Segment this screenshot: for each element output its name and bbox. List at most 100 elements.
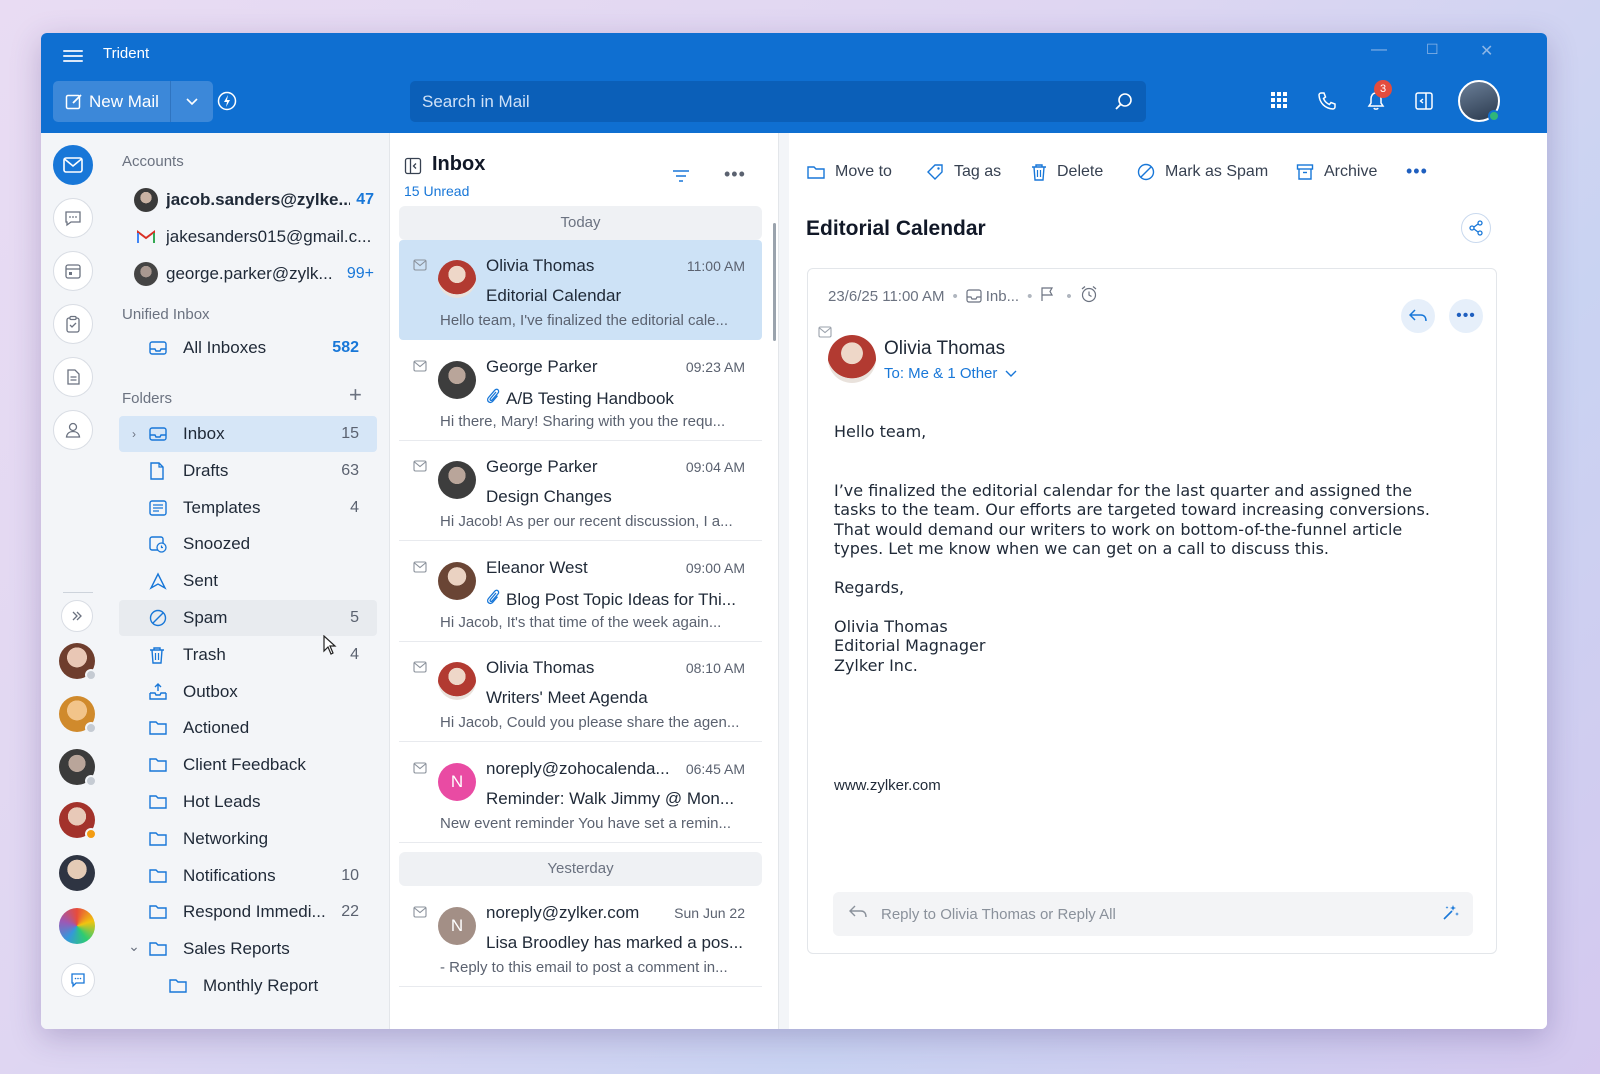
quick-actions-icon[interactable] xyxy=(217,91,237,116)
apps-grid-icon[interactable] xyxy=(1270,91,1288,114)
contact-avatar[interactable] xyxy=(59,855,95,891)
contact-avatar[interactable] xyxy=(59,696,97,734)
folder-item-respond-immedi[interactable]: Respond Immedi... 22 xyxy=(119,894,377,930)
list-scrollbar[interactable] xyxy=(773,223,776,341)
folder-item-trash[interactable]: Trash 4 xyxy=(119,637,377,673)
mark-as-spam-label: Mark as Spam xyxy=(1165,163,1269,180)
add-folder-icon[interactable]: + xyxy=(349,384,362,406)
folder-item-monthly-report[interactable]: Monthly Report xyxy=(119,968,377,1004)
tag-as-button[interactable]: Tag as xyxy=(926,163,1001,181)
side-panel-icon[interactable] xyxy=(1414,91,1434,116)
message-item[interactable]: Olivia Thomas 08:10 AM Writers' Meet Agend… xyxy=(399,642,762,742)
envelope-icon[interactable] xyxy=(413,258,427,276)
filter-icon[interactable] xyxy=(672,169,690,188)
sender-avatar[interactable] xyxy=(828,335,876,383)
ai-sparkle-icon[interactable] xyxy=(1441,904,1459,926)
snooze-alarm-icon[interactable] xyxy=(1080,285,1102,307)
folder-item-notifications[interactable]: Notifications 10 xyxy=(119,858,377,894)
folder-item-spam[interactable]: Spam 5 xyxy=(119,600,377,636)
rail-contacts-button[interactable] xyxy=(53,410,93,450)
envelope-icon[interactable] xyxy=(413,459,427,477)
unread-count[interactable]: 15 Unread xyxy=(404,183,469,199)
contact-avatar[interactable] xyxy=(59,802,97,840)
folder-item-actioned[interactable]: Actioned xyxy=(119,710,377,746)
account-item[interactable]: jakesanders015@gmail.c... xyxy=(134,223,374,251)
message-preview: Hello team, I've finalized the editorial… xyxy=(440,312,729,329)
date-separator: Today xyxy=(399,206,762,240)
mouse-cursor-icon xyxy=(323,634,337,660)
email-more-button[interactable]: ••• xyxy=(1449,299,1483,333)
folder-item-sales-reports[interactable]: ⌄ Sales Reports xyxy=(119,931,377,967)
folder-item-inbox[interactable]: › Inbox 15 xyxy=(119,416,377,452)
envelope-icon[interactable] xyxy=(413,905,427,923)
delete-button[interactable]: Delete xyxy=(1031,163,1103,181)
envelope-icon[interactable] xyxy=(413,359,427,377)
contact-avatar[interactable] xyxy=(59,749,97,787)
folder-item-drafts[interactable]: Drafts 63 xyxy=(119,453,377,489)
message-item[interactable]: Nnoreply@zylker.com Sun Jun 22 Lisa Broodl… xyxy=(399,887,762,987)
website-link[interactable]: www.zylker.com xyxy=(834,777,941,794)
share-icon[interactable] xyxy=(1461,213,1491,243)
close-icon[interactable]: ✕ xyxy=(1480,41,1493,61)
contact-avatar[interactable] xyxy=(59,643,97,681)
flag-icon[interactable] xyxy=(1040,286,1058,306)
new-mail-button[interactable]: New Mail xyxy=(53,81,171,122)
account-item[interactable]: jacob.sanders@zylke... 47 xyxy=(134,186,374,214)
account-count: 99+ xyxy=(346,265,374,282)
message-item[interactable]: George Parker 09:04 AM Design Changes Hi Ja… xyxy=(399,441,762,541)
quick-reply-bar[interactable]: Reply to Olivia Thomas or Reply All xyxy=(833,892,1473,936)
expand-chevron-icon[interactable]: › xyxy=(119,427,149,441)
folder-item-hot-leads[interactable]: Hot Leads xyxy=(119,784,377,820)
sender-name[interactable]: Olivia Thomas xyxy=(884,338,1005,360)
folder-item-snoozed[interactable]: Snoozed xyxy=(119,526,377,562)
envelope-icon[interactable] xyxy=(413,761,427,779)
collapse-pane-icon[interactable] xyxy=(404,157,422,180)
expand-rail-button[interactable] xyxy=(61,600,93,632)
archive-button[interactable]: Archive xyxy=(1296,163,1377,181)
envelope-icon[interactable] xyxy=(413,560,427,578)
account-item[interactable]: george.parker@zylk... 99+ xyxy=(134,260,374,288)
rail-chat-button[interactable] xyxy=(53,198,93,238)
expand-chevron-icon[interactable]: ⌄ xyxy=(119,938,149,955)
email-subject: Editorial Calendar xyxy=(806,217,986,240)
rail-mail-button[interactable] xyxy=(53,145,93,185)
message-item[interactable]: Nnoreply@zohocalenda... 06:45 AM Reminder:… xyxy=(399,743,762,843)
maximize-icon[interactable]: ☐ xyxy=(1426,41,1439,58)
message-item[interactable]: Eleanor West 09:00 AM Blog Post Topic Idea… xyxy=(399,542,762,642)
email-folder[interactable]: Inb... xyxy=(986,288,1019,305)
reading-pane: Move to Tag as Delete Mark as Spam Archi… xyxy=(789,133,1547,1029)
search-input[interactable] xyxy=(422,91,1102,112)
move-to-button[interactable]: Move to xyxy=(807,163,892,181)
rail-feedback-button[interactable] xyxy=(61,963,95,997)
folder-item-sent[interactable]: Sent xyxy=(119,563,377,599)
recipients-toggle[interactable]: To: Me & 1 Other xyxy=(884,365,1017,382)
message-preview: - Reply to this email to post a comment … xyxy=(440,959,728,976)
folder-item-client-feedback[interactable]: Client Feedback xyxy=(119,747,377,783)
rail-calendar-button[interactable] xyxy=(53,251,93,291)
reply-button[interactable] xyxy=(1401,299,1435,333)
search-icon[interactable] xyxy=(1114,92,1134,117)
folder-item-networking[interactable]: Networking xyxy=(119,821,377,857)
body-paragraph: I’ve finalized the editorial calendar fo… xyxy=(834,480,1430,559)
message-item[interactable]: Olivia Thomas 11:00 AM Editorial Calendar H… xyxy=(399,240,762,340)
user-avatar[interactable] xyxy=(1458,80,1500,122)
envelope-icon[interactable] xyxy=(413,660,427,678)
message-item[interactable]: George Parker 09:23 AM A/B Testing Handboo… xyxy=(399,341,762,441)
more-options-icon[interactable]: ••• xyxy=(724,164,746,185)
phone-icon[interactable] xyxy=(1317,91,1337,116)
mark-as-spam-button[interactable]: Mark as Spam xyxy=(1137,163,1268,181)
contact-avatar[interactable] xyxy=(59,908,95,944)
folder-item-outbox[interactable]: Outbox xyxy=(119,674,377,710)
gmail-icon xyxy=(134,225,158,249)
snoozed-icon xyxy=(149,535,183,554)
new-mail-dropdown[interactable] xyxy=(171,81,213,122)
hamburger-menu-icon[interactable] xyxy=(63,47,83,63)
rail-tasks-button[interactable] xyxy=(53,304,93,344)
more-actions-icon[interactable]: ••• xyxy=(1406,161,1428,182)
message-subject-text: Design Changes xyxy=(486,487,612,506)
minimize-icon[interactable]: — xyxy=(1371,41,1387,59)
message-sender: Olivia Thomas xyxy=(486,256,595,275)
rail-notes-button[interactable] xyxy=(53,357,93,397)
all-inboxes-item[interactable]: All Inboxes 582 xyxy=(119,330,377,366)
folder-item-templates[interactable]: Templates 4 xyxy=(119,490,377,526)
